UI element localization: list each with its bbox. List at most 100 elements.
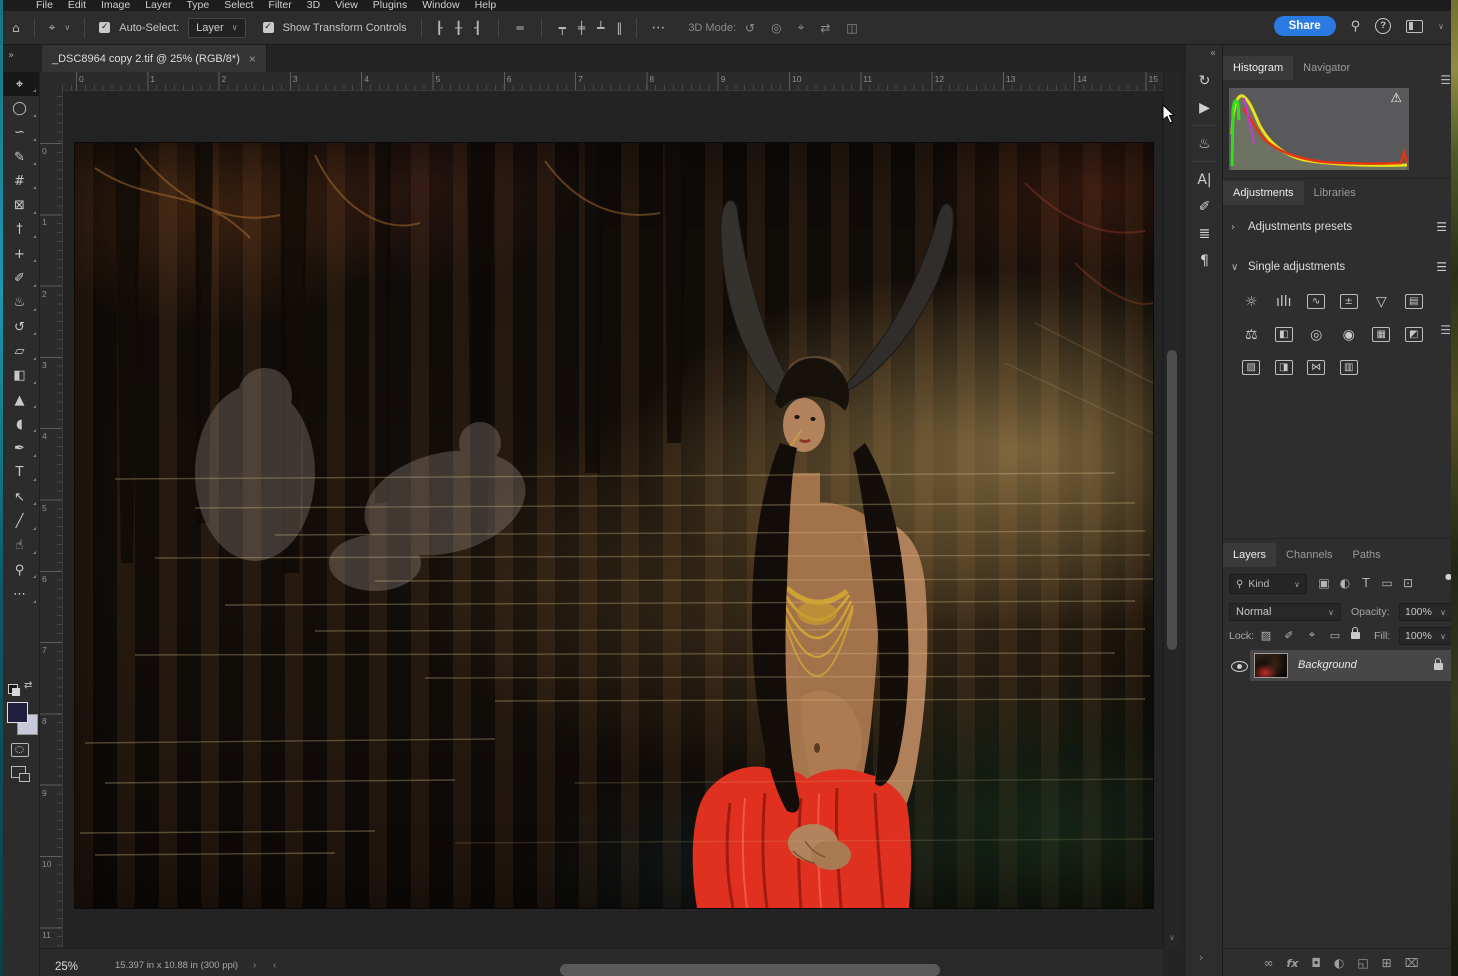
dodge-tool[interactable]: ◖ xyxy=(0,412,39,436)
link-layers-icon[interactable]: ∞ xyxy=(1263,956,1273,970)
marquee-tool[interactable]: ◯ xyxy=(0,96,39,120)
foreground-color-swatch[interactable] xyxy=(7,702,28,723)
object-selection-tool[interactable]: ✎ xyxy=(0,145,39,169)
status-chevron-left-icon[interactable]: ‹ xyxy=(273,960,276,971)
add-layer-mask-icon[interactable]: ◘ xyxy=(1311,956,1321,970)
history-panel-icon[interactable]: ↻ xyxy=(1186,67,1223,94)
clone-stamp-tool[interactable]: ♨ xyxy=(0,291,39,315)
invert-icon[interactable]: ◩ xyxy=(1398,318,1431,351)
vertical-scrollbar[interactable]: ∨ xyxy=(1163,72,1181,948)
tab-channels[interactable]: Channels xyxy=(1276,543,1342,567)
zoom-level-field[interactable]: 25% xyxy=(55,961,78,973)
eyedropper-tool[interactable]: † xyxy=(0,218,39,242)
lock-transparency-icon[interactable]: ▨ xyxy=(1259,629,1273,642)
black-white-icon[interactable]: ◧ xyxy=(1268,318,1301,351)
panel-menu-icon[interactable]: ☰ xyxy=(1440,323,1451,337)
channel-mixer-icon[interactable]: ◉ xyxy=(1333,318,1366,351)
curves-icon[interactable]: ∿ xyxy=(1300,285,1333,318)
3d-slide-icon[interactable]: ⇄ xyxy=(820,21,830,35)
panel-menu-icon[interactable]: ☰ xyxy=(1440,73,1451,87)
color-balance-icon[interactable]: ⚖ xyxy=(1235,318,1268,351)
chevron-down-icon[interactable]: ∨ xyxy=(64,23,70,32)
eraser-tool[interactable]: ▱ xyxy=(0,339,39,363)
lasso-tool[interactable]: ∽ xyxy=(0,121,39,145)
menu-window[interactable]: Window xyxy=(422,0,459,11)
collapse-panels-icon[interactable]: « xyxy=(1210,48,1216,59)
menu-file[interactable]: File xyxy=(36,0,53,11)
filter-adjustment-layers-icon[interactable]: ◐ xyxy=(1338,576,1352,590)
pen-tool[interactable]: ✒ xyxy=(0,436,39,460)
3d-roll-icon[interactable]: ◎ xyxy=(771,21,781,35)
adjustments-presets-row[interactable]: › Adjustments presets ☰ xyxy=(1231,217,1451,237)
posterize-icon[interactable]: ▨ xyxy=(1235,351,1268,384)
scroll-down-icon[interactable]: ∨ xyxy=(1169,933,1175,942)
workspace-icon[interactable] xyxy=(1406,20,1423,33)
opacity-dropdown[interactable]: 100% ∨ xyxy=(1399,603,1452,621)
layer-style-icon[interactable]: fx xyxy=(1286,957,1298,970)
blend-mode-dropdown[interactable]: Normal ∨ xyxy=(1229,603,1341,621)
canvas-area[interactable]: 0123456789101112131415 01234567891011 xyxy=(39,72,1163,948)
line-tool[interactable]: ╱ xyxy=(0,509,39,533)
hue-saturation-icon[interactable]: ▤ xyxy=(1398,285,1431,318)
path-selection-tool[interactable]: ↖ xyxy=(0,485,39,509)
ruler-origin[interactable] xyxy=(39,72,63,91)
align-vertical-centers-icon[interactable]: ═ xyxy=(516,21,523,35)
3d-pan-icon[interactable]: ⌖ xyxy=(798,20,805,35)
tab-adjustments[interactable]: Adjustments xyxy=(1223,181,1304,205)
edit-toolbar-icon[interactable]: ⋯ xyxy=(0,582,39,606)
screen-mode-icon[interactable] xyxy=(11,766,26,778)
color-lookup-icon[interactable]: ▦ xyxy=(1365,318,1398,351)
layer-filter-dropdown[interactable]: ⚲ Kind ∨ xyxy=(1229,574,1307,594)
frame-tool[interactable]: ⊠ xyxy=(0,193,39,217)
menu-image[interactable]: Image xyxy=(101,0,130,11)
menu-edit[interactable]: Edit xyxy=(68,0,86,11)
menu-filter[interactable]: Filter xyxy=(268,0,291,11)
selective-color-icon[interactable]: ▥ xyxy=(1333,351,1366,384)
show-transform-checkbox[interactable]: ✓ xyxy=(263,22,274,33)
close-icon[interactable]: × xyxy=(249,52,256,66)
layer-name[interactable]: Background xyxy=(1298,650,1357,681)
chevron-down-icon[interactable]: ∨ xyxy=(1438,22,1444,31)
quick-mask-icon[interactable] xyxy=(11,743,29,757)
align-left-edges-icon[interactable]: ┠ xyxy=(436,21,443,35)
lock-all-icon[interactable] xyxy=(1351,632,1360,639)
3d-camera-icon[interactable]: ◫ xyxy=(846,21,857,35)
expand-icon[interactable]: › xyxy=(1199,951,1203,964)
help-icon[interactable]: ? xyxy=(1375,18,1391,34)
filter-smart-objects-icon[interactable]: ⊡ xyxy=(1401,576,1415,590)
lock-artboard-icon[interactable]: ▭ xyxy=(1328,629,1342,642)
single-adjustments-row[interactable]: ∨ Single adjustments ☰ xyxy=(1231,257,1451,277)
hand-tool[interactable]: ☝ xyxy=(0,534,39,558)
history-brush-tool[interactable]: ↺ xyxy=(0,315,39,339)
zoom-tool[interactable]: ⚲ xyxy=(0,558,39,582)
warning-icon[interactable]: ⚠ xyxy=(1390,91,1402,106)
filter-shape-layers-icon[interactable]: ▭ xyxy=(1380,576,1394,590)
gradient-tool[interactable]: ◧ xyxy=(0,364,39,388)
auto-select-target-dropdown[interactable]: Layer ∨ xyxy=(188,18,245,38)
canvas-image[interactable] xyxy=(75,143,1153,908)
swap-colors-icon[interactable]: ⇄ xyxy=(24,680,32,691)
list-view-icon[interactable]: ☰ xyxy=(1436,260,1447,274)
properties-panel-icon[interactable]: ≣ xyxy=(1186,220,1223,247)
search-icon[interactable]: ⚲ xyxy=(1351,19,1361,34)
brush-tool[interactable]: ✐ xyxy=(0,266,39,290)
new-layer-icon[interactable]: ⊞ xyxy=(1382,956,1392,970)
tab-layers[interactable]: Layers xyxy=(1223,543,1276,567)
menu-help[interactable]: Help xyxy=(475,0,497,11)
menu-plugins[interactable]: Plugins xyxy=(373,0,407,11)
list-view-icon[interactable]: ☰ xyxy=(1436,220,1447,234)
distribute-horizontal-centers-icon[interactable]: ‖ xyxy=(616,21,622,35)
lock-position-icon[interactable]: ⌖ xyxy=(1305,628,1319,642)
3d-orbit-icon[interactable]: ↺ xyxy=(745,21,755,35)
levels-icon[interactable]: ıllı xyxy=(1268,285,1301,318)
double-chevron-icon[interactable]: » xyxy=(8,50,14,61)
threshold-icon[interactable]: ◨ xyxy=(1268,351,1301,384)
type-tool[interactable]: T xyxy=(0,461,39,485)
vibrance-icon[interactable]: ▽ xyxy=(1365,285,1398,318)
filter-type-layers-icon[interactable]: T xyxy=(1359,576,1373,590)
new-adjustment-layer-icon[interactable]: ◐ xyxy=(1334,956,1344,970)
character-panel-icon[interactable]: A| xyxy=(1186,166,1223,193)
align-right-edges-icon[interactable]: ┨ xyxy=(474,21,481,35)
lock-paint-icon[interactable]: ✐ xyxy=(1282,629,1296,642)
move-tool[interactable]: ⌖ xyxy=(0,72,39,96)
